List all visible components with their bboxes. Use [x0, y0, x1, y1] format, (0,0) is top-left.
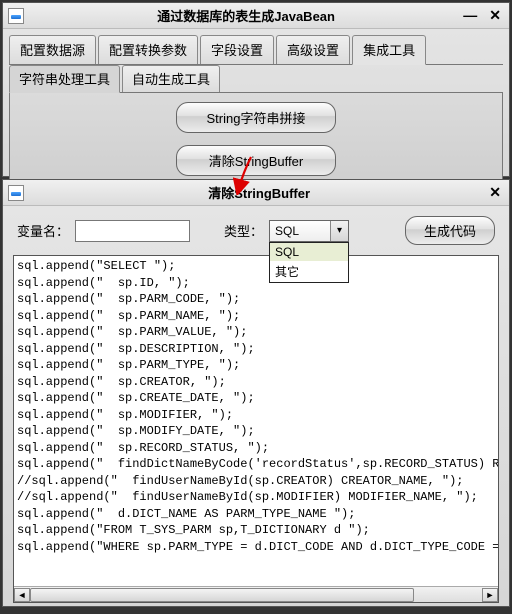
result-window: 清除StringBuffer ✕ 变量名： 类型： SQL SQL其它 生成代码… [2, 179, 510, 607]
app-icon [8, 8, 24, 24]
main-title: 通过数据库的表生成JavaBean [29, 6, 463, 25]
tab-4[interactable]: 集成工具 [352, 35, 426, 65]
tab-3[interactable]: 高级设置 [276, 35, 350, 64]
close-button[interactable]: ✕ [489, 184, 501, 201]
var-name-label: 变量名： [17, 221, 69, 240]
type-dropdown: SQL其它 [269, 242, 349, 283]
type-combo-value: SQL [270, 224, 330, 238]
code-textarea[interactable]: sql.append("SELECT "); sql.append(" sp.I… [14, 256, 498, 586]
scroll-left-button[interactable]: ◄ [14, 588, 30, 602]
string-concat-button[interactable]: String字符串拼接 [176, 102, 336, 133]
type-option-0[interactable]: SQL [270, 243, 348, 261]
generate-code-button[interactable]: 生成代码 [405, 216, 495, 245]
tab-0[interactable]: 配置数据源 [9, 35, 96, 64]
control-row: 变量名： 类型： SQL SQL其它 生成代码 [3, 206, 509, 255]
subtab-1[interactable]: 自动生成工具 [122, 65, 220, 92]
tab-2[interactable]: 字段设置 [200, 35, 274, 64]
scroll-track[interactable] [30, 588, 482, 602]
main-tabs: 配置数据源配置转换参数字段设置高级设置集成工具 [9, 35, 503, 65]
subtab-0[interactable]: 字符串处理工具 [9, 65, 120, 93]
scroll-right-button[interactable]: ► [482, 588, 498, 602]
horizontal-scrollbar[interactable]: ◄ ► [14, 586, 498, 602]
var-name-input[interactable] [75, 220, 190, 242]
result-title: 清除StringBuffer [29, 183, 489, 202]
tool-panel: String字符串拼接 清除StringBuffer [9, 93, 503, 185]
type-combo[interactable]: SQL [269, 220, 349, 242]
tab-1[interactable]: 配置转换参数 [98, 35, 198, 64]
type-label: 类型： [224, 221, 263, 240]
minimize-button[interactable]: — [463, 7, 477, 24]
code-area-wrap: sql.append("SELECT "); sql.append(" sp.I… [13, 255, 499, 603]
main-window: 通过数据库的表生成JavaBean — ✕ 配置数据源配置转换参数字段设置高级设… [2, 2, 510, 177]
scroll-thumb[interactable] [30, 588, 414, 602]
clear-stringbuffer-button[interactable]: 清除StringBuffer [176, 145, 336, 176]
close-button[interactable]: ✕ [489, 7, 501, 24]
app-icon [8, 185, 24, 201]
result-titlebar: 清除StringBuffer ✕ [3, 180, 509, 206]
type-option-1[interactable]: 其它 [270, 261, 348, 282]
chevron-down-icon [330, 221, 348, 241]
main-titlebar: 通过数据库的表生成JavaBean — ✕ [3, 3, 509, 29]
sub-tabs: 字符串处理工具自动生成工具 [9, 65, 503, 93]
